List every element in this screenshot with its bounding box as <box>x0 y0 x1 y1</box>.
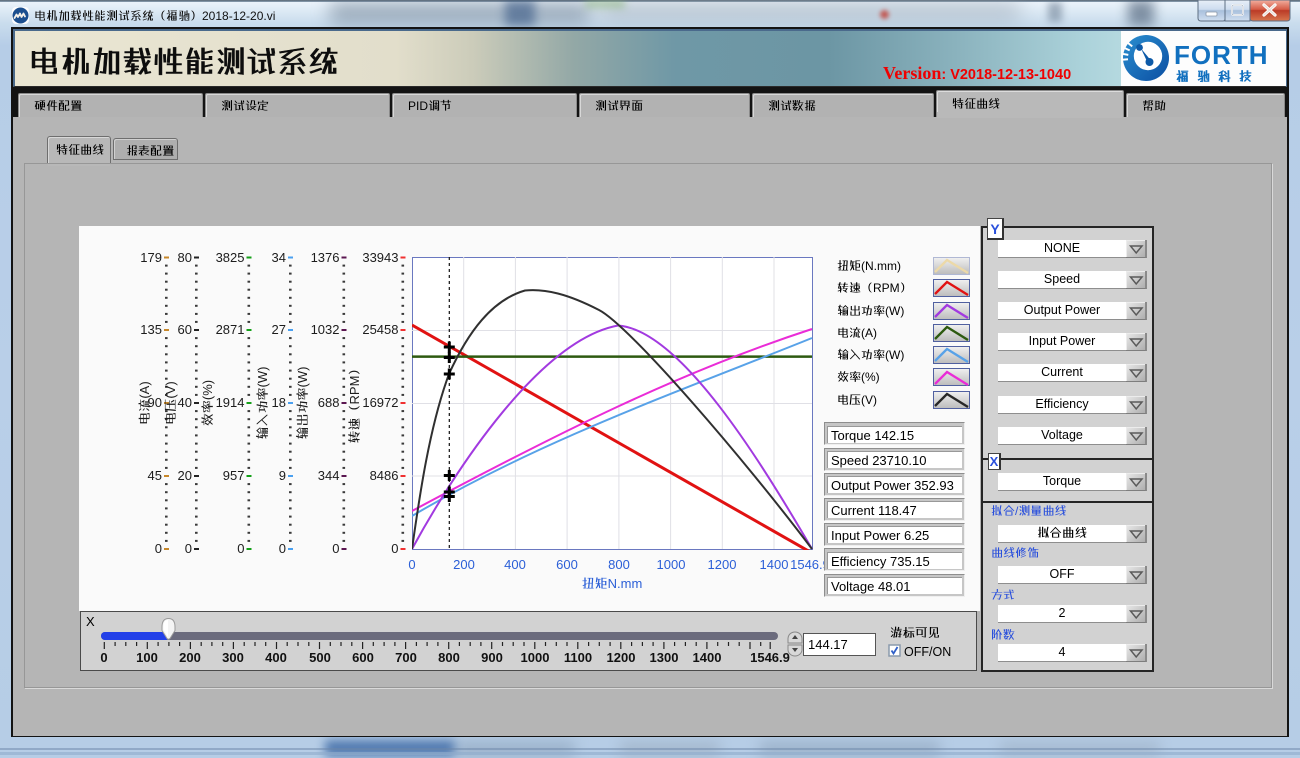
svg-text:福驰科技: 福驰科技 <box>1176 68 1260 84</box>
svg-text:FORTH: FORTH <box>1174 40 1269 70</box>
